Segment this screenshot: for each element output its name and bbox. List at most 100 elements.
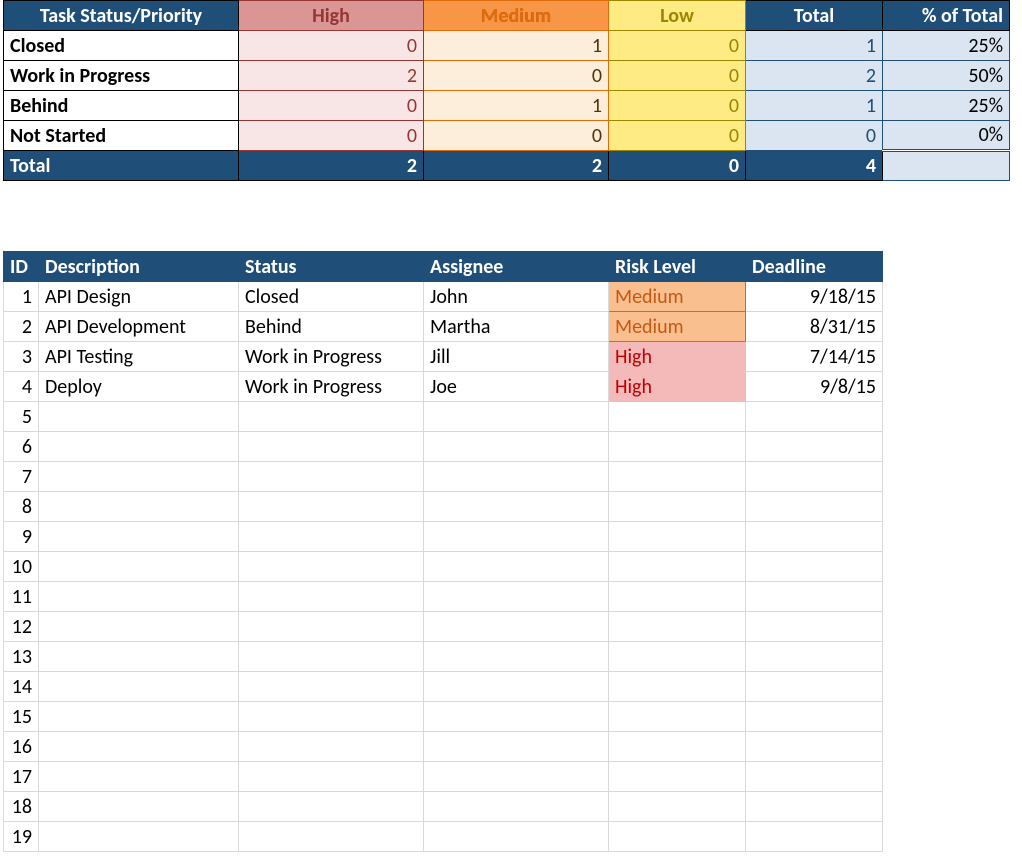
task-status[interactable]	[239, 732, 424, 762]
summary-cell-pct[interactable]: 0%	[883, 121, 1010, 151]
task-description[interactable]: API Testing	[39, 342, 239, 372]
task-deadline[interactable]	[746, 492, 883, 522]
task-status[interactable]	[239, 582, 424, 612]
task-id[interactable]: 17	[4, 762, 39, 792]
task-description[interactable]	[39, 462, 239, 492]
task-description[interactable]	[39, 432, 239, 462]
summary-total-label[interactable]: Total	[4, 151, 239, 181]
task-status[interactable]	[239, 672, 424, 702]
task-deadline[interactable]	[746, 642, 883, 672]
summary-cell-high[interactable]: 0	[239, 121, 424, 151]
task-status[interactable]	[239, 492, 424, 522]
summary-cell-pct[interactable]: 25%	[883, 31, 1010, 61]
task-risk[interactable]	[609, 732, 746, 762]
task-id[interactable]: 13	[4, 642, 39, 672]
summary-cell-total[interactable]: 0	[746, 121, 883, 151]
task-id[interactable]: 5	[4, 402, 39, 432]
task-risk[interactable]	[609, 432, 746, 462]
task-risk[interactable]	[609, 582, 746, 612]
summary-cell-medium[interactable]: 0	[424, 61, 609, 91]
task-description[interactable]	[39, 612, 239, 642]
task-assignee[interactable]	[424, 822, 609, 852]
summary-cell-medium[interactable]: 0	[424, 121, 609, 151]
task-id[interactable]: 3	[4, 342, 39, 372]
task-id[interactable]: 12	[4, 612, 39, 642]
task-description[interactable]	[39, 672, 239, 702]
task-risk[interactable]	[609, 462, 746, 492]
task-risk[interactable]	[609, 762, 746, 792]
task-deadline[interactable]	[746, 402, 883, 432]
task-description[interactable]	[39, 762, 239, 792]
task-description[interactable]	[39, 792, 239, 822]
task-status[interactable]	[239, 462, 424, 492]
task-risk[interactable]: Medium	[609, 282, 746, 312]
task-assignee[interactable]	[424, 672, 609, 702]
task-deadline[interactable]: 8/31/15	[746, 312, 883, 342]
summary-cell-medium[interactable]: 1	[424, 31, 609, 61]
task-risk[interactable]	[609, 402, 746, 432]
task-description[interactable]	[39, 732, 239, 762]
task-risk[interactable]	[609, 522, 746, 552]
summary-total-low[interactable]: 0	[609, 151, 746, 181]
summary-cell-low[interactable]: 0	[609, 61, 746, 91]
task-assignee[interactable]	[424, 612, 609, 642]
task-status[interactable]	[239, 702, 424, 732]
task-assignee[interactable]: Joe	[424, 372, 609, 402]
task-assignee[interactable]: Jill	[424, 342, 609, 372]
task-deadline[interactable]	[746, 702, 883, 732]
task-deadline[interactable]: 7/14/15	[746, 342, 883, 372]
summary-cell-high[interactable]: 0	[239, 31, 424, 61]
task-status[interactable]	[239, 522, 424, 552]
summary-total-high[interactable]: 2	[239, 151, 424, 181]
summary-cell-pct[interactable]: 25%	[883, 91, 1010, 121]
task-risk[interactable]	[609, 492, 746, 522]
summary-cell-low[interactable]: 0	[609, 91, 746, 121]
task-status[interactable]: Behind	[239, 312, 424, 342]
task-deadline[interactable]	[746, 822, 883, 852]
task-id[interactable]: 15	[4, 702, 39, 732]
task-assignee[interactable]	[424, 402, 609, 432]
task-status[interactable]	[239, 762, 424, 792]
task-status[interactable]	[239, 792, 424, 822]
summary-row-label[interactable]: Behind	[4, 91, 239, 121]
task-assignee[interactable]	[424, 552, 609, 582]
task-status[interactable]	[239, 432, 424, 462]
task-deadline[interactable]	[746, 552, 883, 582]
task-risk[interactable]	[609, 612, 746, 642]
task-id[interactable]: 1	[4, 282, 39, 312]
task-risk[interactable]	[609, 702, 746, 732]
task-assignee[interactable]: John	[424, 282, 609, 312]
task-id[interactable]: 6	[4, 432, 39, 462]
task-id[interactable]: 11	[4, 582, 39, 612]
task-status[interactable]	[239, 402, 424, 432]
task-deadline[interactable]	[746, 582, 883, 612]
task-assignee[interactable]	[424, 522, 609, 552]
task-status[interactable]	[239, 552, 424, 582]
task-id[interactable]: 9	[4, 522, 39, 552]
task-risk[interactable]	[609, 792, 746, 822]
task-assignee[interactable]	[424, 702, 609, 732]
summary-cell-low[interactable]: 0	[609, 121, 746, 151]
task-assignee[interactable]	[424, 732, 609, 762]
task-description[interactable]	[39, 402, 239, 432]
task-deadline[interactable]: 9/18/15	[746, 282, 883, 312]
task-description[interactable]	[39, 552, 239, 582]
summary-cell-total[interactable]: 1	[746, 31, 883, 61]
task-deadline[interactable]	[746, 522, 883, 552]
summary-total-medium[interactable]: 2	[424, 151, 609, 181]
task-deadline[interactable]	[746, 792, 883, 822]
task-description[interactable]: Deploy	[39, 372, 239, 402]
task-id[interactable]: 2	[4, 312, 39, 342]
task-description[interactable]	[39, 522, 239, 552]
task-status[interactable]: Work in Progress	[239, 372, 424, 402]
task-risk[interactable]	[609, 642, 746, 672]
task-description[interactable]	[39, 702, 239, 732]
task-assignee[interactable]	[424, 582, 609, 612]
task-assignee[interactable]	[424, 762, 609, 792]
task-description[interactable]: API Development	[39, 312, 239, 342]
task-assignee[interactable]: Martha	[424, 312, 609, 342]
task-id[interactable]: 14	[4, 672, 39, 702]
summary-total-pct[interactable]	[883, 151, 1010, 181]
task-risk[interactable]: High	[609, 372, 746, 402]
task-deadline[interactable]: 9/8/15	[746, 372, 883, 402]
